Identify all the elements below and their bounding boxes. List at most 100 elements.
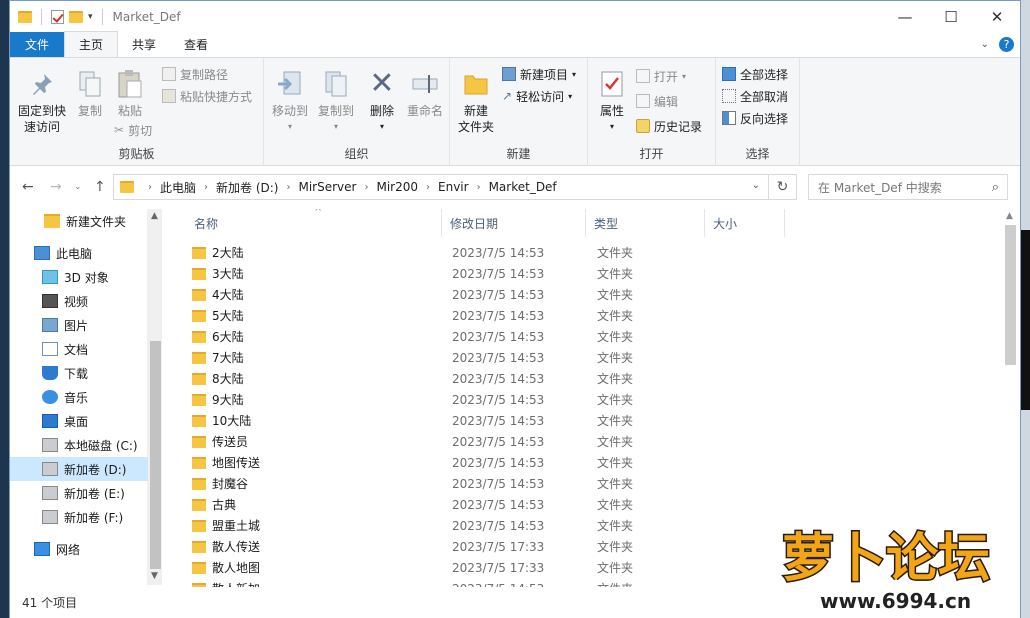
open-button[interactable]: 打开 ▾ — [636, 66, 686, 86]
search-input[interactable]: 在 Market_Def 中搜索 ⌕ — [808, 174, 1008, 200]
file-row[interactable]: 7大陆 2023/7/5 14:53 文件夹 — [182, 347, 782, 368]
breadcrumb-item[interactable]: Mir200 — [376, 180, 418, 194]
move-to-button[interactable]: 移动到 ▾ — [268, 68, 312, 135]
nav-item[interactable]: 图片 — [10, 313, 148, 337]
file-row[interactable]: 古典 2023/7/5 14:53 文件夹 — [182, 494, 782, 515]
close-button[interactable]: ✕ — [974, 1, 1020, 32]
nav-item[interactable]: 下载 — [10, 361, 148, 385]
file-row[interactable]: 散人新加2023/7/5 14:53文件夹 — [182, 578, 782, 587]
file-list-scrollbar-thumb[interactable] — [1005, 225, 1016, 365]
nav-item[interactable]: 3D 对象 — [10, 265, 148, 289]
breadcrumb-item[interactable]: Market_Def — [489, 180, 557, 194]
column-name[interactable]: 名称 — [162, 209, 442, 237]
address-bar[interactable]: › 此电脑 › 新加卷 (D:) › MirServer › Mir200 › Envir › Mar… — [113, 174, 797, 200]
copy-button[interactable]: 复制 — [72, 68, 108, 119]
properties-button[interactable]: 属性 ▾ — [594, 68, 630, 135]
breadcrumb-item[interactable]: 此电脑 — [160, 179, 196, 196]
nav-item[interactable]: 视频 — [10, 289, 148, 313]
nav-item[interactable]: 此电脑 — [10, 241, 148, 265]
file-row[interactable]: 散人传送 2023/7/5 17:33 文件夹 — [182, 536, 782, 557]
forward-arrow-icon[interactable]: → — [50, 179, 62, 195]
file-row[interactable]: 10大陆 2023/7/5 14:53 文件夹 — [182, 410, 782, 431]
file-row[interactable]: 盟重土城 2023/7/5 14:53 文件夹 — [182, 515, 782, 536]
tab-share[interactable]: 共享 — [118, 32, 170, 57]
pin-label-2: 速访问 — [23, 120, 60, 134]
history-button[interactable]: 历史记录 — [636, 116, 702, 136]
ribbon-expand-icon[interactable]: ⌄ — [981, 39, 989, 50]
file-row[interactable]: 5大陆 2023/7/5 14:53 文件夹 — [182, 305, 782, 326]
file-row[interactable]: 9大陆 2023/7/5 14:53 文件夹 — [182, 389, 782, 410]
back-arrow-icon[interactable]: ← — [22, 179, 34, 195]
address-dropdown-icon[interactable]: ⌄ — [752, 180, 760, 191]
nav-item[interactable]: 网络 — [10, 537, 148, 561]
scroll-down-icon[interactable]: ▼ — [151, 571, 158, 581]
breadcrumb-separator-icon[interactable]: › — [364, 182, 368, 193]
file-date: 2023/7/5 14:53 — [452, 371, 545, 386]
copy-path-button[interactable]: 复制路径 — [162, 64, 228, 84]
file-row[interactable]: 8大陆 2023/7/5 14:53 文件夹 — [182, 368, 782, 389]
help-icon[interactable]: ? — [999, 37, 1014, 52]
new-group-label: 新建 — [506, 147, 531, 161]
breadcrumb-separator-icon[interactable]: › — [148, 182, 152, 193]
breadcrumb-item[interactable]: Envir — [438, 180, 469, 194]
file-name: 散人传送 — [212, 540, 261, 554]
address-bar-row: ← → ⌄ ↑ › 此电脑 › 新加卷 (D:) › MirServer › Mir200 › E… — [10, 167, 1020, 209]
rename-button[interactable]: 重命名 — [404, 68, 446, 119]
file-row[interactable]: 3大陆 2023/7/5 14:53 文件夹 — [182, 263, 782, 284]
copy-to-button[interactable]: 复制到 ▾ — [314, 68, 358, 135]
breadcrumb-separator-icon[interactable]: › — [426, 182, 430, 193]
new-item-button[interactable]: 新建项目 ▾ — [502, 64, 576, 84]
select-none-button[interactable]: 全部取消 — [722, 86, 788, 106]
tab-view[interactable]: 查看 — [170, 32, 222, 57]
edit-button[interactable]: 编辑 — [636, 91, 678, 111]
cut-button[interactable]: ✂ 剪切 — [114, 120, 152, 140]
paste-button[interactable]: 粘贴 — [112, 68, 148, 119]
file-row[interactable]: 6大陆 2023/7/5 14:53 文件夹 — [182, 326, 782, 347]
chevron-down-icon: ▾ — [379, 122, 384, 131]
nav-item[interactable]: 音乐 — [10, 385, 148, 409]
nav-item[interactable]: 桌面 — [10, 409, 148, 433]
new-folder-button[interactable]: 新建 文件夹 — [454, 68, 498, 135]
recent-dropdown-icon[interactable]: ⌄ — [74, 182, 82, 192]
refresh-button[interactable]: ↻ — [768, 174, 797, 200]
delete-button[interactable]: ✕ 删除 ▾ — [366, 68, 398, 135]
nav-scrollbar-thumb[interactable] — [150, 341, 161, 569]
scroll-up-icon[interactable]: ▲ — [151, 211, 158, 221]
file-row[interactable]: 地图传送 2023/7/5 14:53 文件夹 — [182, 452, 782, 473]
scroll-up-icon[interactable]: ▲ — [1006, 211, 1013, 221]
nav-item[interactable]: 新建文件夹 — [10, 209, 148, 233]
column-type[interactable]: 类型 — [586, 209, 705, 237]
nav-item[interactable]: 新加卷 (F:) — [10, 505, 148, 529]
column-date[interactable]: 修改日期 — [442, 209, 586, 237]
tab-file[interactable]: 文件 — [10, 32, 65, 57]
file-row[interactable]: 封魔谷 2023/7/5 14:53 文件夹 — [182, 473, 782, 494]
invert-selection-button[interactable]: 反向选择 — [722, 108, 788, 128]
pin-quick-access-button[interactable]: 固定到快 速访问 — [14, 68, 70, 135]
easy-access-button[interactable]: ↗ 轻松访问 ▾ — [502, 86, 572, 106]
select-all-button[interactable]: 全部选择 — [722, 64, 788, 84]
qat-dropdown-icon[interactable]: ▾ — [88, 12, 93, 22]
file-row[interactable]: 散人地图 2023/7/5 17:33 文件夹 — [182, 557, 782, 578]
breadcrumb-item[interactable]: 新加卷 (D:) — [216, 179, 278, 196]
breadcrumb-separator-icon[interactable]: › — [477, 182, 481, 193]
folder-icon — [192, 519, 206, 532]
properties-label: 属性 — [599, 104, 624, 118]
properties-check-icon[interactable] — [51, 9, 64, 24]
breadcrumb-separator-icon[interactable]: › — [204, 182, 208, 193]
new-folder-icon[interactable] — [69, 10, 83, 23]
column-size[interactable]: 大小 — [705, 209, 785, 237]
up-arrow-icon[interactable]: ↑ — [94, 179, 106, 195]
minimize-button[interactable]: — — [882, 1, 928, 32]
nav-item[interactable]: 文档 — [10, 337, 148, 361]
nav-item[interactable]: 新加卷 (E:) — [10, 481, 148, 505]
paste-shortcut-button[interactable]: 粘贴快捷方式 — [162, 86, 252, 106]
breadcrumb-item[interactable]: MirServer — [298, 180, 356, 194]
file-row[interactable]: 4大陆 2023/7/5 14:53 文件夹 — [182, 284, 782, 305]
nav-item[interactable]: 本地磁盘 (C:) — [10, 433, 148, 457]
nav-item[interactable]: 新加卷 (D:) — [10, 457, 148, 481]
tab-home[interactable]: 主页 — [64, 31, 119, 57]
file-row[interactable]: 传送员 2023/7/5 14:53 文件夹 — [182, 431, 782, 452]
maximize-button[interactable]: ☐ — [928, 1, 974, 32]
breadcrumb-separator-icon[interactable]: › — [286, 182, 290, 193]
file-row[interactable]: 2大陆 2023/7/5 14:53 文件夹 — [182, 242, 782, 263]
